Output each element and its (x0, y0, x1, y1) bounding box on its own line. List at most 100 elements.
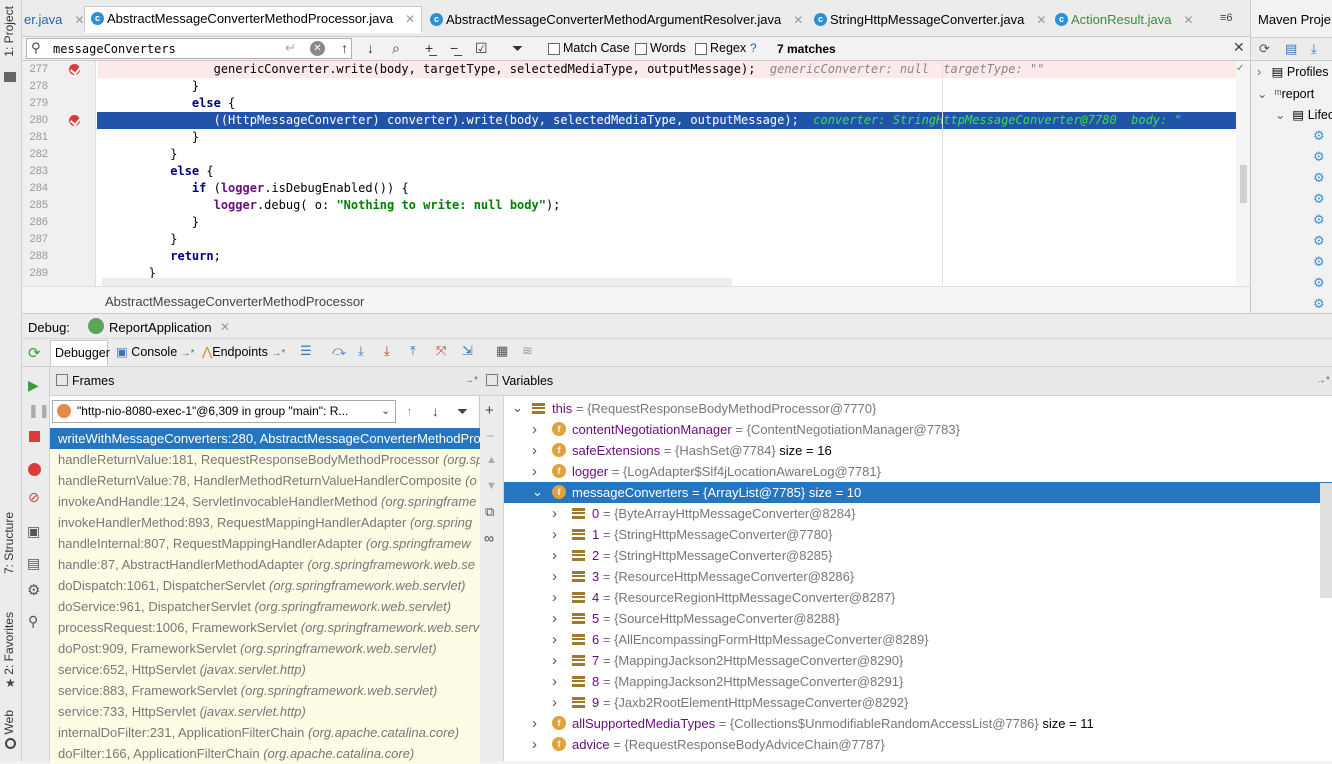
code-line[interactable]: if (logger.isDebugEnabled()) { (98, 181, 409, 195)
next-frame-icon[interactable]: ↓ (432, 403, 439, 419)
variable-row[interactable]: › f contentNegotiationManager = {ContentNe… (504, 419, 1332, 440)
tab-overflow-button[interactable]: ≡6 (1220, 12, 1233, 24)
variable-row[interactable]: ⌄ this = {RequestResponseBodyMethodProces… (504, 398, 1332, 419)
stack-frame[interactable]: internalDoFilter:231, ApplicationFilterC… (50, 722, 480, 743)
expand-icon[interactable]: › (552, 610, 557, 627)
step-over-icon[interactable]: ⤼ (332, 343, 346, 359)
pin-icon[interactable]: ⚲ (28, 613, 38, 630)
collapse-icon[interactable]: ⌄ (512, 400, 523, 416)
evaluate-expression-icon[interactable]: ▦ (496, 343, 508, 359)
previous-frame-icon[interactable]: ↑ (406, 403, 413, 419)
clear-search-icon[interactable]: ✕ (310, 41, 325, 56)
stack-frame[interactable]: handleReturnValue:78, HandlerMethodRetur… (50, 470, 480, 491)
stack-frame[interactable]: service:733, HttpServlet (javax.servlet.… (50, 701, 480, 722)
stack-frame[interactable]: doPost:909, FrameworkServlet (org.spring… (50, 638, 480, 659)
layout-icon[interactable]: ▤ (27, 555, 40, 572)
close-find-bar-icon[interactable]: ✕ (1233, 39, 1245, 56)
expand-icon[interactable]: › (552, 673, 557, 690)
move-up-icon[interactable]: ▲ (486, 454, 497, 466)
stack-frame[interactable]: doService:961, DispatcherServlet (org.sp… (50, 596, 480, 617)
copy-icon[interactable]: ⧉ (485, 504, 494, 520)
stack-frame[interactable]: service:652, HttpServlet (javax.servlet.… (50, 659, 480, 680)
expand-icon[interactable]: › (532, 421, 537, 438)
code-line[interactable]: return; (98, 249, 221, 263)
filter-icon[interactable]: ⏷ (512, 40, 523, 57)
chevron-down-icon[interactable]: ⌄ (381, 404, 390, 417)
expand-icon[interactable]: › (552, 505, 557, 522)
variable-row[interactable]: › f allSupportedMediaTypes = {Collections$… (504, 713, 1332, 734)
variable-row[interactable]: › 9 = {Jaxb2RootElementHttpMessageConvert… (504, 692, 1332, 713)
code-line[interactable]: } (98, 130, 199, 144)
stop-icon[interactable] (29, 431, 40, 442)
stack-frame[interactable]: handleInternal:807, RequestMappingHandle… (50, 533, 480, 554)
project-tool-tab[interactable]: 1: Project (2, 6, 16, 57)
horizontal-scrollbar[interactable] (102, 278, 732, 286)
view-breakpoints-icon[interactable] (28, 463, 41, 476)
code-line[interactable]: } (98, 147, 177, 161)
close-icon[interactable]: ✕ (1036, 13, 1046, 27)
resume-icon[interactable]: ▶ (28, 377, 39, 394)
collapse-icon[interactable]: ⌄ (532, 484, 543, 500)
match-case-checkbox[interactable]: Match Case (548, 41, 630, 55)
words-checkbox[interactable]: Words (635, 41, 686, 55)
expand-icon[interactable]: › (552, 589, 557, 606)
variable-row[interactable]: › f safeExtensions = {HashSet@7784} size =… (504, 440, 1332, 461)
step-into-icon[interactable]: ⤓ (358, 343, 364, 359)
stack-frame[interactable]: doDispatch:1061, DispatcherServlet (org.… (50, 575, 480, 596)
expand-icon[interactable]: › (552, 568, 557, 585)
stack-frame[interactable]: service:883, FrameworkServlet (org.sprin… (50, 680, 480, 701)
stack-frame[interactable]: writeWithMessageConverters:280, Abstract… (50, 428, 480, 449)
move-down-icon[interactable]: ▼ (486, 480, 497, 492)
trace-stream-icon[interactable]: ≋ (522, 343, 533, 359)
lifecycle-goal-icon[interactable]: ⚙ (1313, 191, 1325, 207)
search-icon[interactable]: ⚲ (31, 40, 41, 56)
editor-gutter[interactable]: 277 278 279 280 281 282 283 284 285 286 287 288 289 (22, 61, 96, 286)
stack-frame[interactable]: handleReturnValue:181, RequestResponseBo… (50, 449, 480, 470)
expand-icon[interactable]: › (532, 442, 537, 459)
variable-row[interactable]: › 2 = {StringHttpMessageConverter@8285} (504, 545, 1332, 566)
rerun-icon[interactable]: ⟳ (28, 344, 41, 362)
variable-row[interactable]: ⌄ f messageConverters = {ArrayList@7785} s… (504, 482, 1332, 503)
close-icon[interactable]: ✕ (74, 13, 84, 27)
code-editor[interactable]: 277 278 279 280 281 282 283 284 285 286 287 288 289 … (22, 61, 1250, 286)
maven-lifecycle-node[interactable]: ⌄ ▤ Lifec (1275, 107, 1332, 122)
show-execution-point-icon[interactable]: ☰ (300, 343, 312, 359)
lifecycle-goal-icon[interactable]: ⚙ (1313, 128, 1325, 144)
previous-occurrence-icon[interactable]: ↑ (341, 40, 348, 56)
variable-row[interactable]: › 6 = {AllEncompassingFormHttpMessageConv… (504, 629, 1332, 650)
variable-row[interactable]: › 5 = {SourceHttpMessageConverter@8288} (504, 608, 1332, 629)
regex-help-link[interactable]: ? (750, 41, 757, 55)
next-occurrence-icon[interactable]: ↓ (367, 40, 374, 56)
code-line[interactable]: } (98, 215, 199, 229)
breakpoint-icon[interactable] (69, 115, 80, 126)
stack-frame[interactable]: invokeAndHandle:124, ServletInvocableHan… (50, 491, 480, 512)
new-watch-icon[interactable]: + (485, 402, 494, 419)
stack-frame[interactable]: processRequest:1006, FrameworkServlet (o… (50, 617, 480, 638)
regex-checkbox[interactable]: Regex (695, 41, 746, 55)
hide-icon[interactable]: →* (464, 375, 478, 386)
remove-watch-icon[interactable]: − (486, 428, 495, 445)
lifecycle-goal-icon[interactable]: ⚙ (1313, 149, 1325, 165)
variables-scrollbar[interactable] (1320, 483, 1332, 598)
find-all-icon[interactable]: ⌕ (392, 40, 400, 57)
close-icon[interactable]: ✕ (1183, 13, 1193, 27)
code-line[interactable]: } (98, 79, 199, 93)
tab-abstract-message-converter-method-processor[interactable]: c AbstractMessageConverterMethodProcessor… (84, 6, 423, 33)
tab-er-java[interactable]: er.java ✕ (24, 6, 84, 33)
variable-row[interactable]: › f logger = {LogAdapter$Slf4jLocationAwar… (504, 461, 1332, 482)
expand-icon[interactable]: › (552, 652, 557, 669)
variable-row[interactable]: › 0 = {ByteArrayHttpMessageConverter@8284… (504, 503, 1332, 524)
search-field[interactable]: ⚲ messageConverters ↵ ✕ (26, 38, 352, 59)
pause-icon[interactable]: ❚❚ (28, 403, 50, 419)
expand-icon[interactable]: › (552, 694, 557, 711)
editor-scrollbar[interactable]: ✓ (1236, 61, 1250, 286)
maven-profiles-node[interactable]: › ▤ Profiles (1257, 64, 1329, 79)
close-icon[interactable]: ✕ (793, 13, 803, 27)
favorites-tool-tab[interactable]: 2: Favorites (2, 612, 16, 675)
tab-string-http-message-converter[interactable]: c StringHttpMessageConverter.java ✕ (808, 6, 1052, 33)
drop-frame-icon[interactable]: ⤧ (436, 343, 446, 359)
breakpoint-icon[interactable] (69, 64, 80, 75)
expand-icon[interactable]: › (552, 631, 557, 648)
remove-occurrence-icon[interactable]: −̲ (450, 40, 458, 56)
search-input[interactable]: messageConverters (53, 42, 176, 56)
